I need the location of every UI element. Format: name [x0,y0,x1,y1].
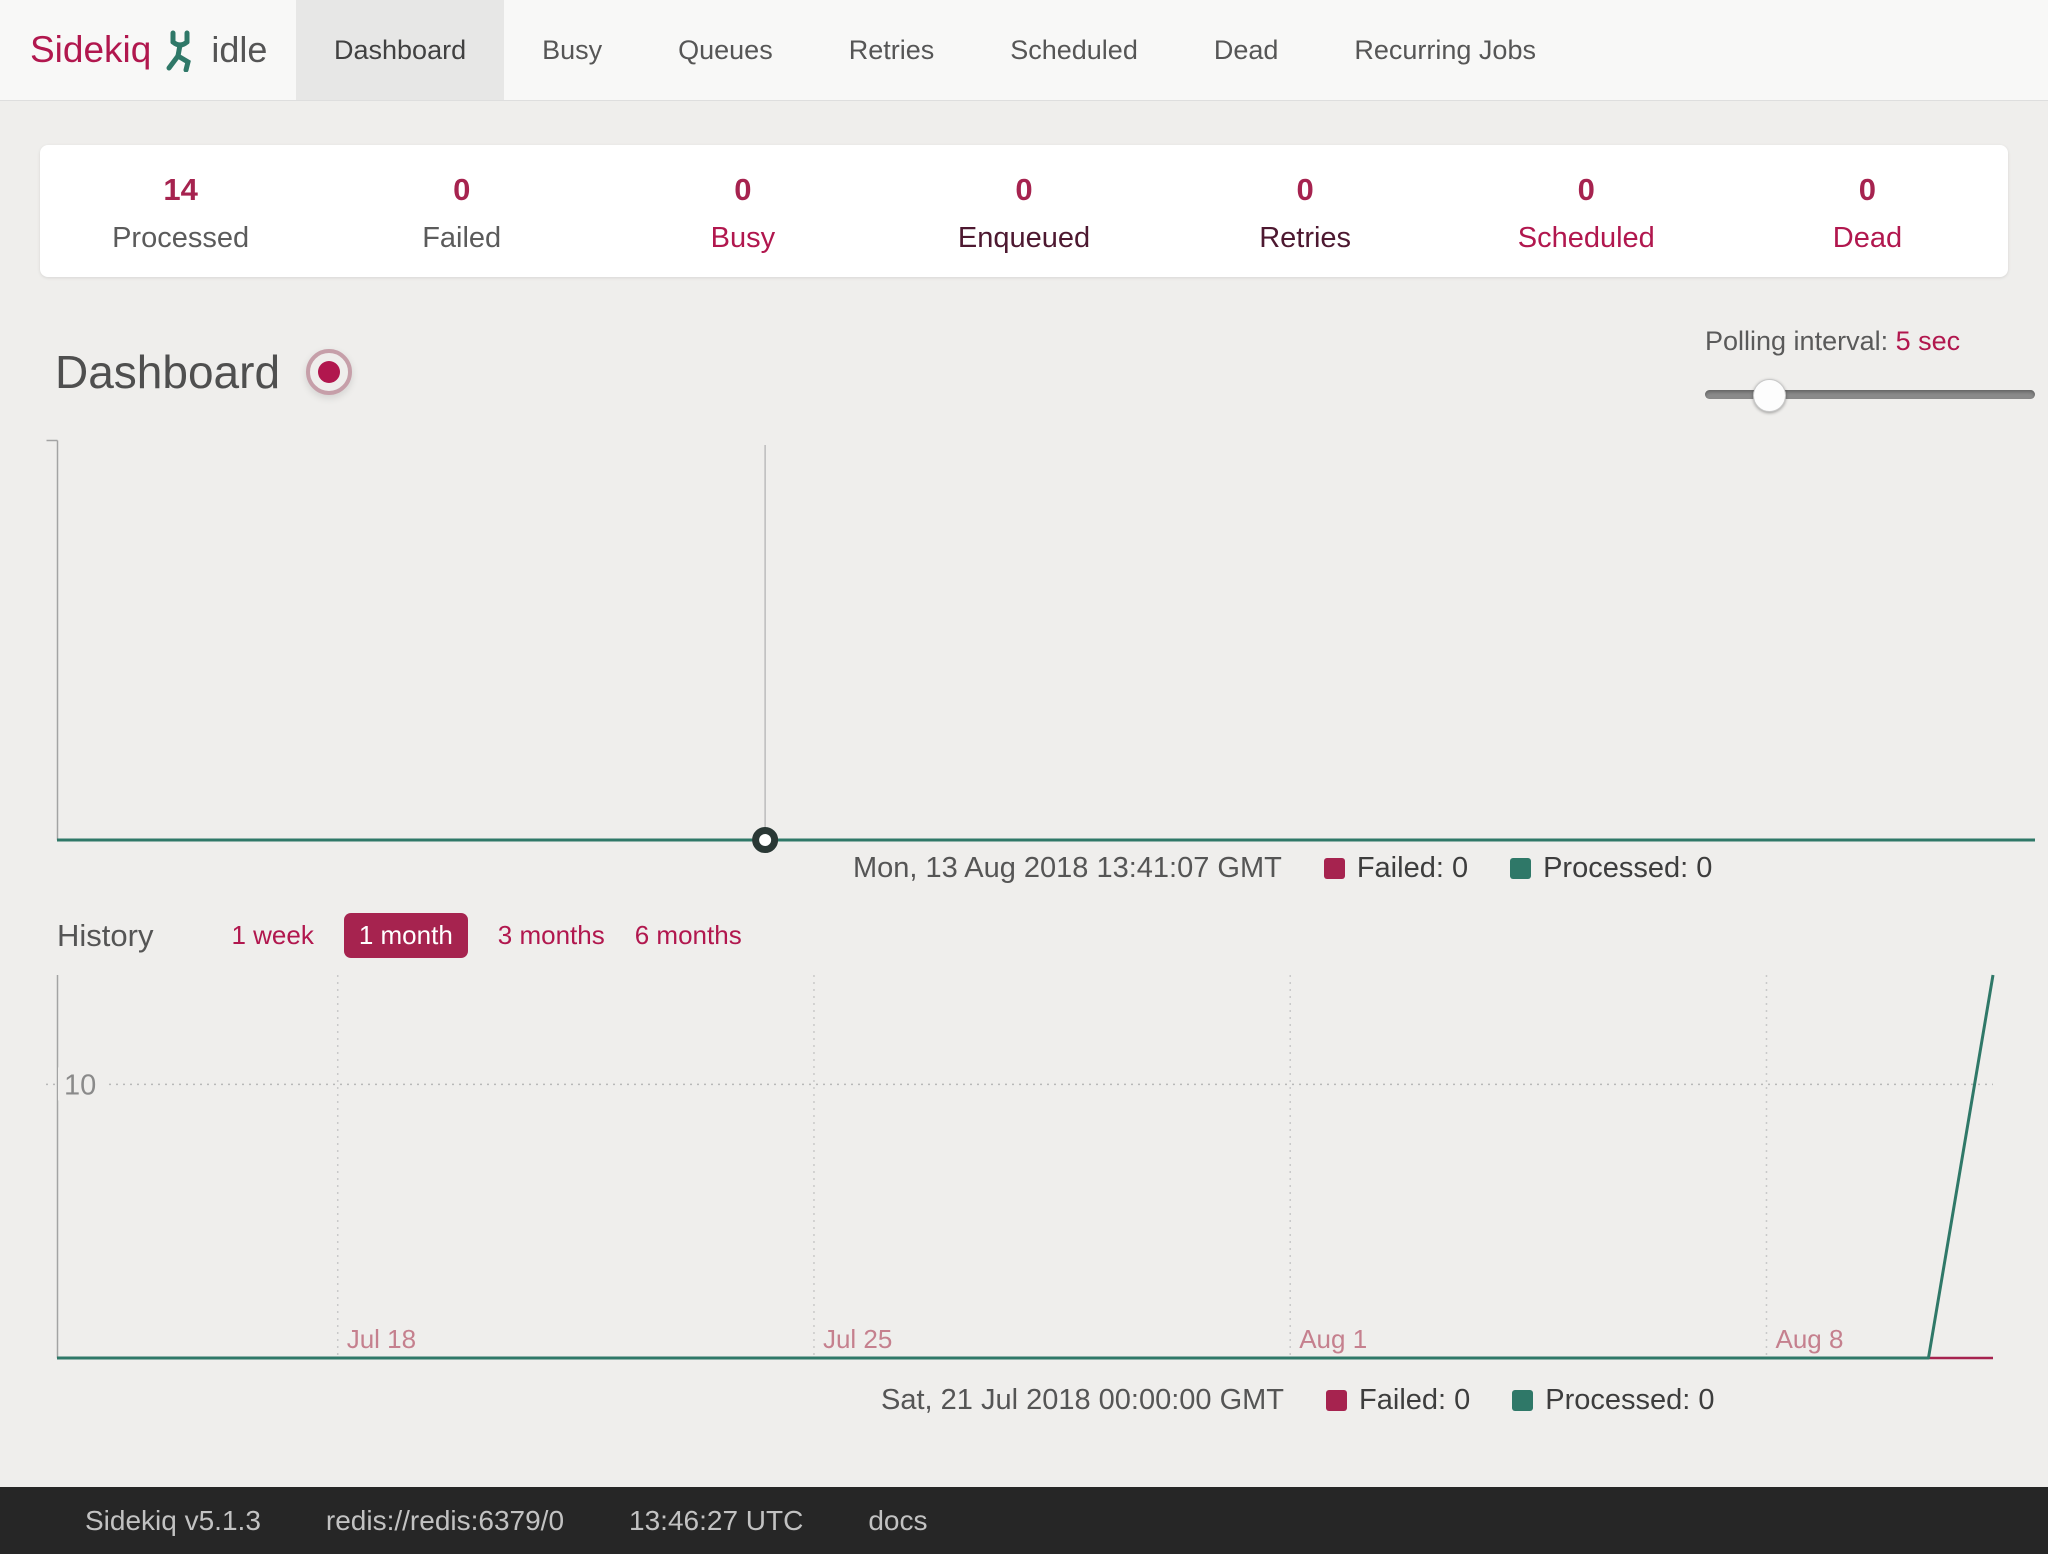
status-text: idle [211,29,267,71]
stat-dead-link[interactable]: Dead [1727,222,2008,255]
svg-text:Jul 18: Jul 18 [347,1324,416,1354]
svg-text:10: 10 [64,1069,96,1101]
failed-swatch [1324,858,1345,879]
stat-busy-value: 0 [602,172,883,208]
footer-docs-link[interactable]: docs [868,1505,927,1537]
nav-item-scheduled[interactable]: Scheduled [972,0,1176,100]
stat-failed-value: 0 [321,172,602,208]
range-6-months[interactable]: 6 months [635,920,742,951]
brand-link[interactable]: Sidekiq idle [30,0,267,100]
stat-retries-link[interactable]: Retries [1165,222,1446,255]
footer-redis-url: redis://redis:6379/0 [326,1505,564,1537]
stat-busy-link[interactable]: Busy [602,222,883,255]
page-heading: Dashboard [55,345,352,399]
range-1-week[interactable]: 1 week [231,920,313,951]
realtime-processed-entry: Processed: 0 [1510,852,1712,885]
stat-retries-value: 0 [1165,172,1446,208]
history-legend: Sat, 21 Jul 2018 00:00:00 GMT Failed: 0 … [881,1384,1715,1417]
failed-swatch [1326,1390,1347,1411]
stat-dead-value: 0 [1727,172,2008,208]
sidekiq-dashboard-page: 10 Jul 18 Jul 25 Aug 1 Aug 8 Sidekiq idle Da… [0,0,2048,1554]
realtime-processed-label: Processed: 0 [1543,852,1712,885]
processed-swatch [1512,1390,1533,1411]
nav-item-recurring-jobs[interactable]: Recurring Jobs [1316,0,1574,100]
polling-value-link[interactable]: 5 sec [1896,326,1961,356]
stat-retries: 0 Retries [1165,145,1446,277]
stat-scheduled-link[interactable]: Scheduled [1446,222,1727,255]
history-header: History 1 week 1 month 3 months 6 months [57,913,742,958]
stat-failed: 0 Failed [321,145,602,277]
history-failed-label: Failed: 0 [1359,1384,1470,1417]
svg-text:Jul 25: Jul 25 [823,1324,892,1354]
history-range-selector: 1 week 1 month 3 months 6 months [231,913,741,958]
polling-slider[interactable] [1705,379,2035,409]
stat-enqueued-link[interactable]: Enqueued [883,222,1164,255]
stat-enqueued-value: 0 [883,172,1164,208]
stat-busy: 0 Busy [602,145,883,277]
history-processed-label: Processed: 0 [1545,1384,1714,1417]
svg-text:Aug 1: Aug 1 [1299,1324,1367,1354]
nav-item-dashboard[interactable]: Dashboard [296,0,504,100]
history-processed-entry: Processed: 0 [1512,1384,1714,1417]
stat-failed-label: Failed [321,222,602,255]
brand-logo-text: Sidekiq [30,29,151,71]
range-1-month[interactable]: 1 month [344,913,468,958]
nav-item-queues[interactable]: Queues [640,0,811,100]
range-3-months[interactable]: 3 months [498,920,605,951]
stats-summary-card: 14 Processed 0 Failed 0 Busy 0 Enqueued … [40,145,2008,277]
realtime-legend: Mon, 13 Aug 2018 13:41:07 GMT Failed: 0 … [853,852,1712,885]
history-failed-entry: Failed: 0 [1326,1384,1470,1417]
footer-version: Sidekiq v5.1.3 [85,1505,261,1537]
realtime-hover-timestamp: Mon, 13 Aug 2018 13:41:07 GMT [853,852,1282,885]
history-hover-timestamp: Sat, 21 Jul 2018 00:00:00 GMT [881,1384,1284,1417]
realtime-failed-label: Failed: 0 [1357,852,1468,885]
nav-item-busy[interactable]: Busy [504,0,640,100]
stat-scheduled: 0 Scheduled [1446,145,1727,277]
polling-label: Polling interval: [1705,326,1888,356]
stat-processed: 14 Processed [40,145,321,277]
nav-item-dead[interactable]: Dead [1176,0,1317,100]
slider-thumb[interactable] [1753,379,1786,412]
stat-scheduled-value: 0 [1446,172,1727,208]
stat-dead: 0 Dead [1727,145,2008,277]
nav-item-retries[interactable]: Retries [811,0,973,100]
history-title: History [57,918,153,954]
runner-icon [163,28,199,72]
svg-text:Aug 8: Aug 8 [1775,1324,1843,1354]
stat-processed-label: Processed [40,222,321,255]
footer: Sidekiq v5.1.3 redis://redis:6379/0 13:4… [0,1487,2048,1554]
realtime-failed-entry: Failed: 0 [1324,852,1468,885]
navbar: Sidekiq idle Dashboard Busy Queues Retri… [0,0,2048,101]
stat-enqueued: 0 Enqueued [883,145,1164,277]
page-title: Dashboard [55,345,280,399]
processed-swatch [1510,858,1531,879]
live-beacon-icon [306,349,352,395]
stat-processed-value: 14 [40,172,321,208]
footer-server-time: 13:46:27 UTC [629,1505,803,1537]
nav-list: Dashboard Busy Queues Retries Scheduled … [296,0,1574,100]
polling-control: Polling interval: 5 sec [1705,326,2035,409]
